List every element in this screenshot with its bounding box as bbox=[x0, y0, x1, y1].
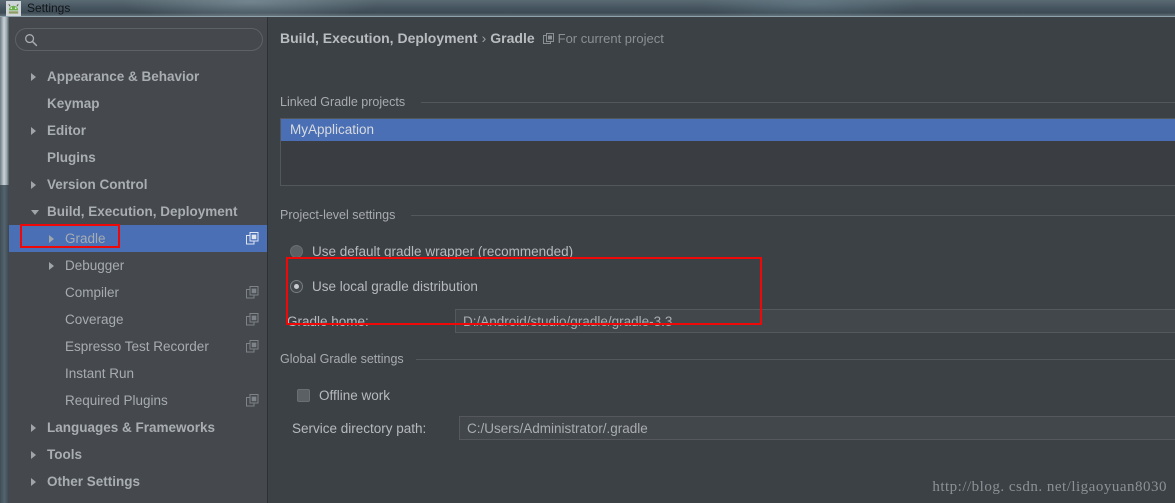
sidebar-item-label: Compiler bbox=[65, 285, 120, 300]
project-scope-icon bbox=[246, 340, 259, 353]
titlebar-glow-left bbox=[120, 0, 380, 17]
project-scope-icon bbox=[246, 286, 259, 299]
sidebar-item-label: Appearance & Behavior bbox=[47, 69, 200, 84]
sidebar-item-editor[interactable]: Editor bbox=[9, 117, 267, 144]
chevron-down-icon[interactable] bbox=[31, 210, 39, 219]
chevron-right-icon[interactable] bbox=[31, 424, 36, 432]
settings-window: Settings Appearance & Behavior Keymap Edit… bbox=[0, 0, 1175, 503]
sidebar-item-gradle[interactable]: Gradle bbox=[9, 225, 267, 252]
project-level-caption: Project-level settings bbox=[280, 208, 396, 222]
checkbox-offline-work-label[interactable]: Offline work bbox=[319, 387, 390, 405]
project-scope-icon bbox=[542, 33, 554, 44]
sidebar-item-label: Other Settings bbox=[47, 474, 141, 489]
breadcrumb-scope-note: For current project bbox=[557, 31, 664, 46]
service-directory-input[interactable] bbox=[459, 416, 1175, 440]
linked-projects-caption: Linked Gradle projects bbox=[280, 95, 406, 109]
project-scope-icon bbox=[246, 313, 259, 326]
radio-use-default-wrapper-label[interactable]: Use default gradle wrapper (recommended) bbox=[312, 243, 573, 261]
radio-use-local-distribution[interactable] bbox=[290, 280, 303, 293]
sidebar-item-label: Build, Execution, Deployment bbox=[47, 204, 238, 219]
breadcrumb-parent[interactable]: Build, Execution, Deployment bbox=[280, 30, 478, 46]
breadcrumb-current: Gradle bbox=[490, 30, 535, 46]
sidebar-item-compiler[interactable]: Compiler bbox=[9, 279, 267, 306]
breadcrumb: Build, Execution, Deployment › Gradle For … bbox=[280, 30, 664, 48]
gradle-home-input[interactable] bbox=[455, 309, 1175, 333]
search-input[interactable] bbox=[42, 29, 254, 50]
breadcrumb-separator: › bbox=[481, 30, 487, 46]
sidebar-item-debugger[interactable]: Debugger bbox=[9, 252, 267, 279]
search-box[interactable] bbox=[15, 28, 263, 51]
sidebar-item-label: Required Plugins bbox=[65, 393, 168, 408]
sidebar-item-label: Editor bbox=[47, 123, 86, 138]
watermark-url: http://blog. csdn. net/ligaoyuan8030 bbox=[932, 479, 1167, 495]
sidebar-item-label: Instant Run bbox=[65, 366, 135, 381]
left-edge-strip-upper bbox=[0, 17, 9, 185]
gradle-home-label: Gradle home: bbox=[287, 314, 369, 329]
sidebar-item-label: Espresso Test Recorder bbox=[65, 339, 209, 354]
chevron-right-icon[interactable] bbox=[31, 181, 36, 189]
global-settings-caption: Global Gradle settings bbox=[280, 352, 404, 366]
settings-tree: Appearance & Behavior Keymap Editor Plugins… bbox=[9, 63, 267, 495]
window-title: Settings bbox=[27, 1, 71, 15]
linked-projects-list[interactable]: MyApplication bbox=[280, 118, 1175, 186]
chevron-right-icon[interactable] bbox=[31, 127, 36, 135]
chevron-right-icon[interactable] bbox=[31, 73, 36, 81]
radio-use-default-wrapper[interactable] bbox=[290, 245, 303, 258]
sidebar-item-label: Coverage bbox=[65, 312, 124, 327]
sidebar-search[interactable] bbox=[15, 28, 263, 51]
titlebar-glow-right bbox=[700, 0, 920, 17]
checkbox-offline-work[interactable] bbox=[297, 389, 310, 402]
sidebar-item-label: Gradle bbox=[65, 231, 106, 246]
sidebar-item-label: Keymap bbox=[47, 96, 100, 111]
search-icon bbox=[25, 34, 38, 47]
window-titlebar bbox=[0, 0, 1175, 17]
sidebar-item-instant-run[interactable]: Instant Run bbox=[9, 360, 267, 387]
sidebar-item-label: Plugins bbox=[47, 150, 96, 165]
project-scope-icon bbox=[246, 232, 259, 245]
sidebar-item-other-settings[interactable]: Other Settings bbox=[9, 468, 267, 495]
sidebar-item-keymap[interactable]: Keymap bbox=[9, 90, 267, 117]
sidebar-item-required-plugins[interactable]: Required Plugins bbox=[9, 387, 267, 414]
project-level-rule bbox=[411, 215, 1175, 216]
android-studio-icon bbox=[6, 1, 21, 16]
chevron-right-icon[interactable] bbox=[31, 478, 36, 486]
linked-projects-rule bbox=[421, 102, 1175, 103]
chevron-right-icon[interactable] bbox=[31, 451, 36, 459]
sidebar-item-appearance-behavior[interactable]: Appearance & Behavior bbox=[9, 63, 267, 90]
sidebar-item-label: Tools bbox=[47, 447, 82, 462]
sidebar-item-label: Debugger bbox=[65, 258, 125, 273]
project-scope-icon bbox=[246, 394, 259, 407]
sidebar-item-plugins[interactable]: Plugins bbox=[9, 144, 267, 171]
sidebar-item-espresso-test-recorder[interactable]: Espresso Test Recorder bbox=[9, 333, 267, 360]
chevron-right-icon[interactable] bbox=[49, 262, 54, 270]
settings-sidebar: Appearance & Behavior Keymap Editor Plugins… bbox=[9, 17, 268, 503]
sidebar-item-languages-frameworks[interactable]: Languages & Frameworks bbox=[9, 414, 267, 441]
radio-use-local-distribution-label[interactable]: Use local gradle distribution bbox=[312, 278, 478, 296]
global-settings-rule bbox=[416, 359, 1175, 360]
sidebar-item-tools[interactable]: Tools bbox=[9, 441, 267, 468]
chevron-right-icon[interactable] bbox=[49, 235, 54, 243]
sidebar-item-build-execution-deployment[interactable]: Build, Execution, Deployment bbox=[9, 198, 267, 225]
service-directory-label: Service directory path: bbox=[292, 421, 427, 436]
sidebar-item-label: Version Control bbox=[47, 177, 148, 192]
sidebar-item-label: Languages & Frameworks bbox=[47, 420, 216, 435]
sidebar-item-version-control[interactable]: Version Control bbox=[9, 171, 267, 198]
left-edge-strip-lower bbox=[0, 185, 9, 503]
settings-main-panel: Build, Execution, Deployment › Gradle For … bbox=[269, 17, 1175, 503]
list-item[interactable]: MyApplication bbox=[281, 119, 1175, 141]
sidebar-item-coverage[interactable]: Coverage bbox=[9, 306, 267, 333]
